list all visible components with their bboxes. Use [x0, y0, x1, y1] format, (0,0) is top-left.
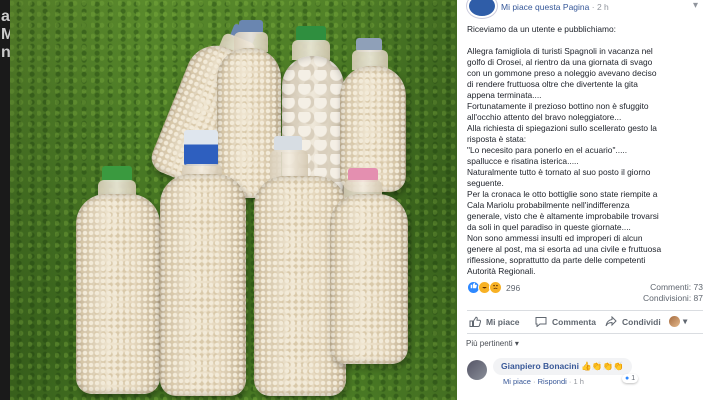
action-bar: Mi piace Commenta Condividi ▾ [467, 313, 703, 331]
thumbs-up-icon [469, 316, 481, 327]
comment-bubble: Gianpiero Bonacini 👍👏👏👏 [493, 358, 632, 375]
sad-reaction-icon [489, 281, 502, 294]
post-text-line: con un gommone preso a noleggio avevano … [467, 68, 657, 78]
post-options-icon[interactable]: ▾ [693, 0, 698, 11]
page-like-link[interactable]: Mi piace questa Pagina [501, 2, 589, 12]
divider [467, 333, 703, 334]
post-panel: Mi piace questa Pagina · 2 h ▾ Riceviamo… [457, 0, 710, 400]
post-text-gap [467, 35, 703, 46]
post-text-line: appena terminata.... [467, 90, 542, 100]
comment-like-count: 1 [631, 375, 636, 382]
comment-actions: Mi piace · Rispondi · 1 h [503, 377, 584, 386]
reaction-count: 296 [506, 282, 521, 293]
share-arrow-icon [605, 316, 617, 327]
separator-dot: · [533, 377, 536, 386]
share-button[interactable]: Condividi [605, 316, 661, 327]
post-text-line: Autorità Regionali. [467, 266, 536, 276]
comment-reply-link[interactable]: Rispondi [538, 377, 567, 386]
commenter-avatar[interactable] [467, 360, 487, 380]
comment-sort-dropdown[interactable]: Più pertinenti ▾ [466, 339, 519, 348]
post-text-line: riflessione, soprattutto da parte delle … [467, 255, 646, 265]
comment-item: Gianpiero Bonacini 👍👏👏👏 ● 1 Mi piace · R… [467, 358, 703, 400]
comment-bubble-icon [535, 317, 547, 327]
post-text-line: "Lo necesito para ponerlo en el acuario"… [467, 145, 628, 155]
chevron-down-icon: ▾ [683, 316, 688, 326]
post-time[interactable]: 2 h [597, 2, 609, 12]
post-text-line: da soli in quel paradiso in queste giorn… [467, 222, 631, 232]
post-text-line: Naturalmente tutto è tornato al suo post… [467, 167, 651, 177]
divider [467, 310, 703, 311]
post-text-line: Riceviamo da un utente e pubblichiamo: [467, 24, 616, 34]
comment-like-link[interactable]: Mi piace [503, 377, 531, 386]
post-text-line: spallucce e risatina isterica..... [467, 156, 579, 166]
post-text-line: seguente. [467, 178, 504, 188]
comment-button-label: Commenta [552, 316, 596, 327]
comments-count[interactable]: Commenti: 73 [650, 282, 703, 292]
separator-dot: · [591, 2, 595, 12]
separator-dot: · [568, 377, 572, 386]
user-avatar [669, 316, 680, 327]
post-text-line: Per la cronaca le otto bottiglie sono st… [467, 189, 658, 199]
post-text-line: di rendere fruttuosa oltre che divertent… [467, 79, 638, 89]
page-avatar[interactable] [467, 0, 497, 18]
left-edge-strip: al Mi no [0, 0, 21, 400]
comment-time[interactable]: 1 h [574, 377, 584, 386]
post-text-line: risposta è stata: [467, 134, 527, 144]
post-text-line: Alla richiesta di spiegazioni sullo scel… [467, 123, 657, 133]
shares-count[interactable]: Condivisioni: 87 [643, 293, 703, 303]
post-text-line: Cala Mariolu probabilmente nell'indiffer… [467, 200, 630, 210]
like-button-label: Mi piace [486, 316, 520, 327]
post-text-line: generale, visto che è altamente improbab… [467, 211, 659, 221]
post-photo[interactable] [10, 0, 457, 400]
post-text-line: Non sono ammessi insulti ed improperi di… [467, 233, 643, 243]
post-text-line: Allegra famigliola di turisti Spagnoli i… [467, 46, 653, 56]
comment-like-badge[interactable]: ● 1 [622, 374, 639, 383]
post-body: Riceviamo da un utente e pubblichiamo: Al… [467, 24, 703, 277]
header-meta: Mi piace questa Pagina · 2 h [501, 2, 609, 12]
like-button[interactable]: Mi piace [469, 316, 520, 327]
post-header: Mi piace questa Pagina · 2 h ▾ [457, 0, 710, 18]
reaction-stats: 296 Commenti: 73 Condivisioni: 87 [467, 279, 703, 307]
comment-button[interactable]: Commenta [535, 316, 596, 327]
post-text-line: Fortunatamente il prezioso bottino non è… [467, 101, 649, 111]
bottle [72, 166, 164, 398]
bottle [328, 168, 414, 368]
post-text-line: all'occhio attento del bravo noleggiator… [467, 112, 622, 122]
post-text-line: golfo di Orosei, al rientro da una giorn… [467, 57, 653, 67]
thumbs-up-icon: ● [625, 375, 630, 382]
comment-text: 👍👏👏👏 [581, 361, 624, 371]
share-button-label: Condividi [622, 316, 661, 327]
commenter-name[interactable]: Gianpiero Bonacini [501, 361, 579, 371]
reaction-audience-selector[interactable]: ▾ [669, 316, 687, 327]
post-text-line: genere al post, ma si esorta ad una civi… [467, 244, 662, 254]
bottle [158, 130, 250, 398]
reactions-summary[interactable]: 296 [467, 281, 520, 294]
